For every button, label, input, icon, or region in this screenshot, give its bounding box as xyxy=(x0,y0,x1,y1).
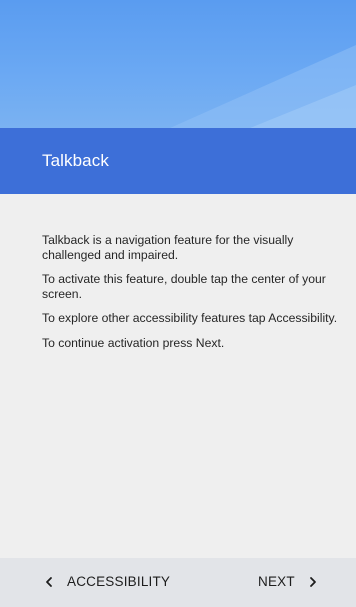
paragraph-activate: To activate this feature, double tap the… xyxy=(42,272,326,301)
hero-decoration xyxy=(170,45,356,128)
paragraph-continue: To continue activation press Next. xyxy=(42,335,225,350)
paragraph-intro: Talkback is a navigation feature for the… xyxy=(42,233,294,262)
bottom-navigation-bar: ACCESSIBILITY NEXT xyxy=(0,558,356,607)
description-content: Talkback is a navigation feature for the… xyxy=(42,233,342,361)
chevron-right-icon xyxy=(309,576,316,587)
accessibility-button[interactable]: ACCESSIBILITY xyxy=(43,574,170,589)
accessibility-button-label: ACCESSIBILITY xyxy=(67,574,171,589)
next-button-label: NEXT xyxy=(258,574,295,589)
page-title: Talkback xyxy=(42,151,109,170)
title-bar: Talkback xyxy=(0,128,356,194)
hero-banner xyxy=(0,0,356,128)
chevron-left-icon xyxy=(46,576,52,587)
next-button[interactable]: NEXT xyxy=(258,574,319,589)
paragraph-explore: To explore other accessibility features … xyxy=(42,311,338,326)
